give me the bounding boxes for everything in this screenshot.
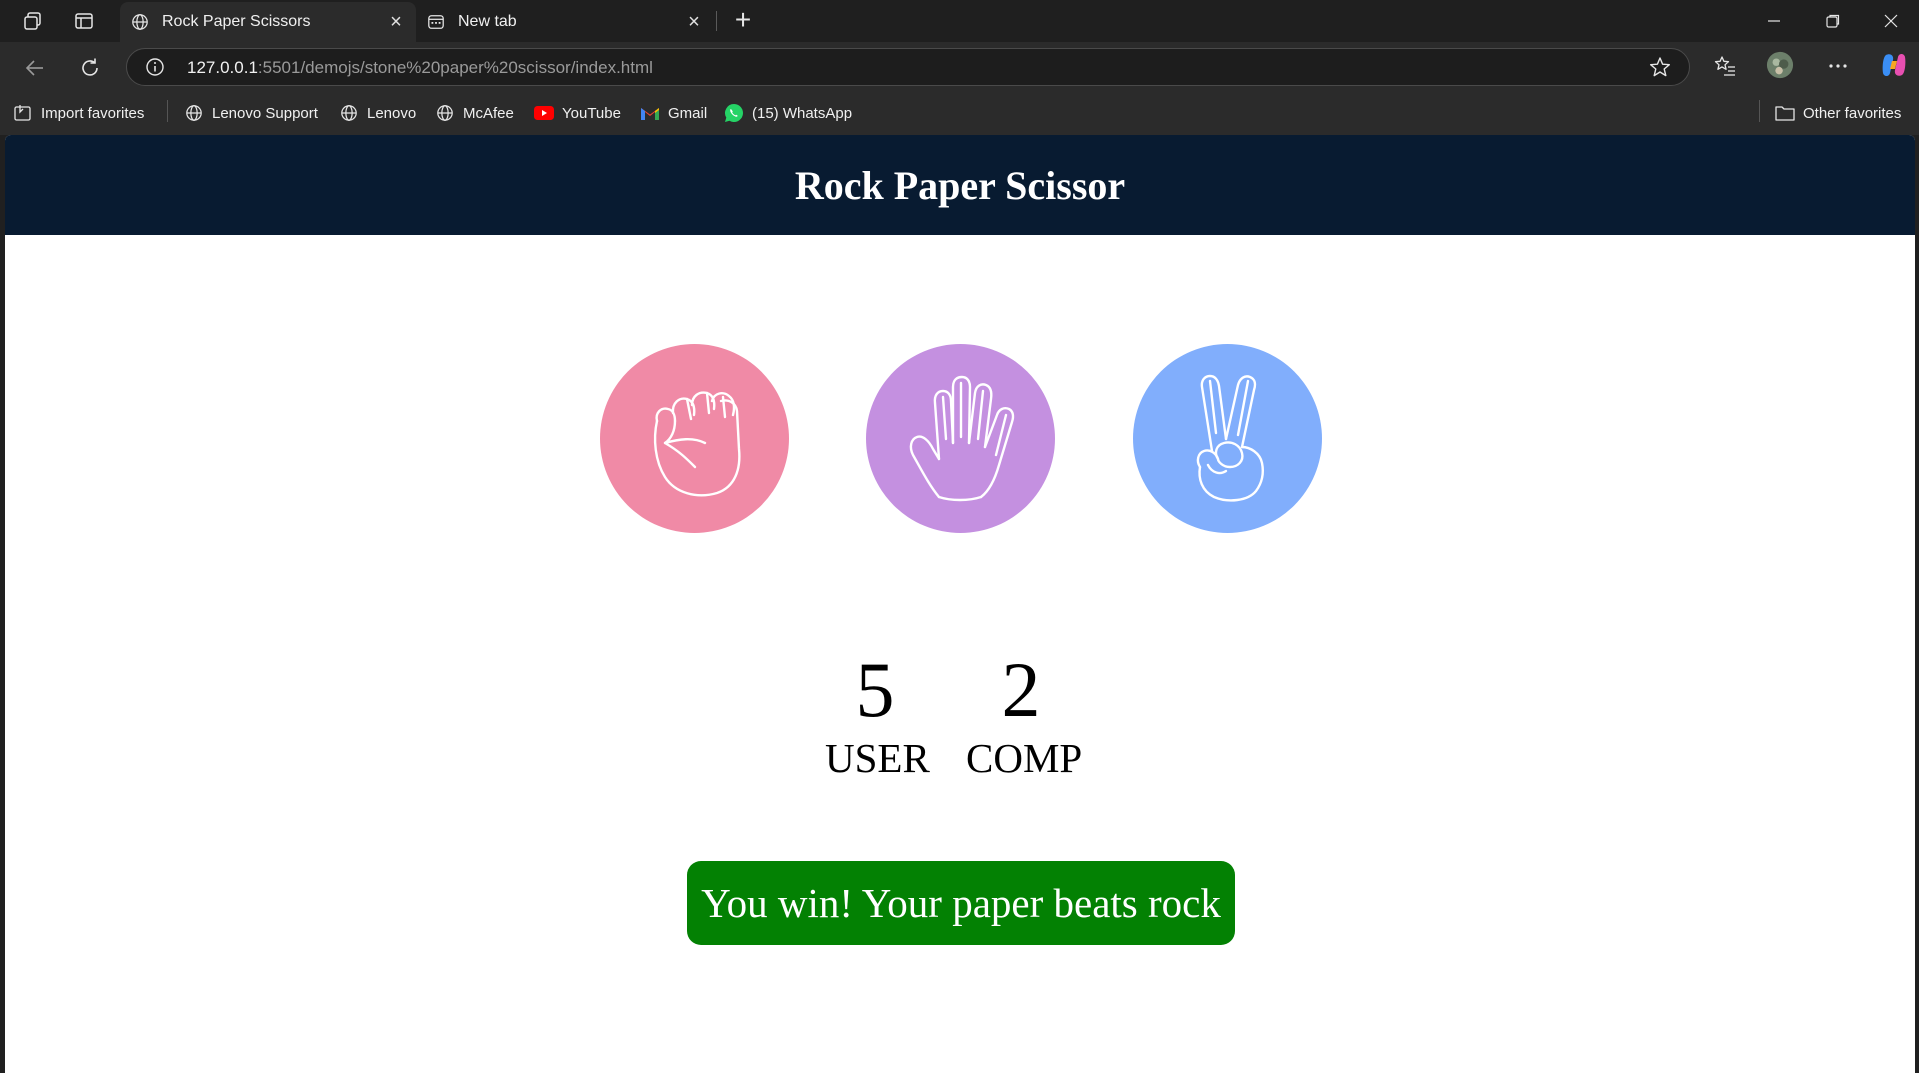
- url-path: :5501/demojs/stone%20paper%20scissor/ind…: [257, 58, 653, 77]
- url-host: 127.0.0.1: [187, 58, 258, 77]
- tab-rock-paper-scissors[interactable]: Rock Paper Scissors ×: [120, 2, 416, 42]
- url-text[interactable]: 127.0.0.1:5501/demojs/stone%20paper%20sc…: [187, 58, 653, 78]
- bookmark-other-favorites[interactable]: Other favorites: [1775, 102, 1901, 124]
- bookmark-import-favorites[interactable]: Import favorites: [13, 102, 144, 124]
- bookmark-whatsapp[interactable]: (15) WhatsApp: [724, 102, 852, 124]
- refresh-icon[interactable]: [75, 53, 105, 83]
- vertical-tabs-icon[interactable]: [73, 10, 95, 32]
- tab-title: Rock Paper Scissors: [162, 13, 311, 30]
- user-score-label: USER: [825, 735, 930, 781]
- profile-avatar-icon[interactable]: [1766, 51, 1794, 79]
- new-tab-plus-icon[interactable]: +: [730, 6, 756, 34]
- bookmark-lenovo-support[interactable]: Lenovo Support: [184, 102, 318, 124]
- comp-score-label: COMP: [966, 735, 1083, 781]
- close-window-icon[interactable]: [1869, 6, 1913, 36]
- tab-new-tab[interactable]: New tab ×: [416, 2, 714, 42]
- whatsapp-icon: [724, 103, 744, 123]
- peace-hand-icon: [1196, 374, 1264, 502]
- user-score-value: 5: [855, 646, 895, 733]
- page-header: Rock Paper Scissor: [5, 135, 1915, 235]
- folder-icon: [1775, 103, 1795, 123]
- site-info-icon[interactable]: [145, 57, 165, 77]
- back-arrow-icon[interactable]: [20, 53, 50, 83]
- open-hand-icon: [909, 375, 1014, 501]
- close-tab-icon[interactable]: ×: [384, 10, 408, 34]
- bookmark-gmail[interactable]: Gmail: [640, 102, 707, 124]
- gmail-icon: [640, 103, 660, 123]
- globe-icon: [130, 12, 150, 32]
- tab-separator: [716, 11, 717, 31]
- comp-score: 2 COMP: [966, 645, 1083, 781]
- comp-score-value: 2: [1001, 646, 1041, 733]
- navigation-bar: 127.0.0.1:5501/demojs/stone%20paper%20sc…: [0, 42, 1919, 92]
- browser-chrome: Rock Paper Scissors × New tab × + 127.0.…: [0, 0, 1919, 135]
- bookmark-mcafee[interactable]: McAfee: [435, 102, 514, 124]
- scissors-choice-button[interactable]: [1133, 344, 1322, 533]
- fist-icon: [653, 390, 741, 496]
- favorite-star-icon[interactable]: [1649, 56, 1671, 78]
- import-icon: [13, 103, 33, 123]
- tab-bar: Rock Paper Scissors × New tab × +: [0, 0, 1919, 42]
- bookmark-youtube[interactable]: YouTube: [534, 102, 621, 124]
- close-tab-icon[interactable]: ×: [682, 10, 706, 34]
- new-tab-page-icon: [426, 12, 446, 32]
- favorites-list-icon[interactable]: [1711, 52, 1739, 80]
- copilot-icon[interactable]: [1880, 51, 1908, 79]
- result-message: You win! Your paper beats rock: [687, 861, 1235, 945]
- bookmark-lenovo[interactable]: Lenovo: [339, 102, 416, 124]
- favorites-bar: Import favorites Lenovo Support Lenovo M…: [0, 92, 1919, 134]
- globe-icon: [435, 103, 455, 123]
- minimize-icon[interactable]: [1752, 6, 1796, 36]
- globe-icon: [184, 103, 204, 123]
- paper-choice-button[interactable]: [866, 344, 1055, 533]
- user-score: 5 USER: [825, 645, 930, 781]
- page-viewport: Rock Paper Scissor 5 USER 2 COMP You win…: [5, 135, 1915, 1073]
- youtube-icon: [534, 103, 554, 123]
- workspaces-icon[interactable]: [22, 10, 44, 32]
- favorites-divider: [1759, 100, 1760, 122]
- rock-choice-button[interactable]: [600, 344, 789, 533]
- tab-title: New tab: [458, 13, 517, 30]
- globe-icon: [339, 103, 359, 123]
- restore-icon[interactable]: [1811, 6, 1855, 36]
- more-options-icon[interactable]: [1824, 52, 1852, 80]
- address-bar[interactable]: 127.0.0.1:5501/demojs/stone%20paper%20sc…: [126, 48, 1690, 86]
- page-title: Rock Paper Scissor: [794, 162, 1126, 208]
- favorites-divider: [167, 100, 168, 122]
